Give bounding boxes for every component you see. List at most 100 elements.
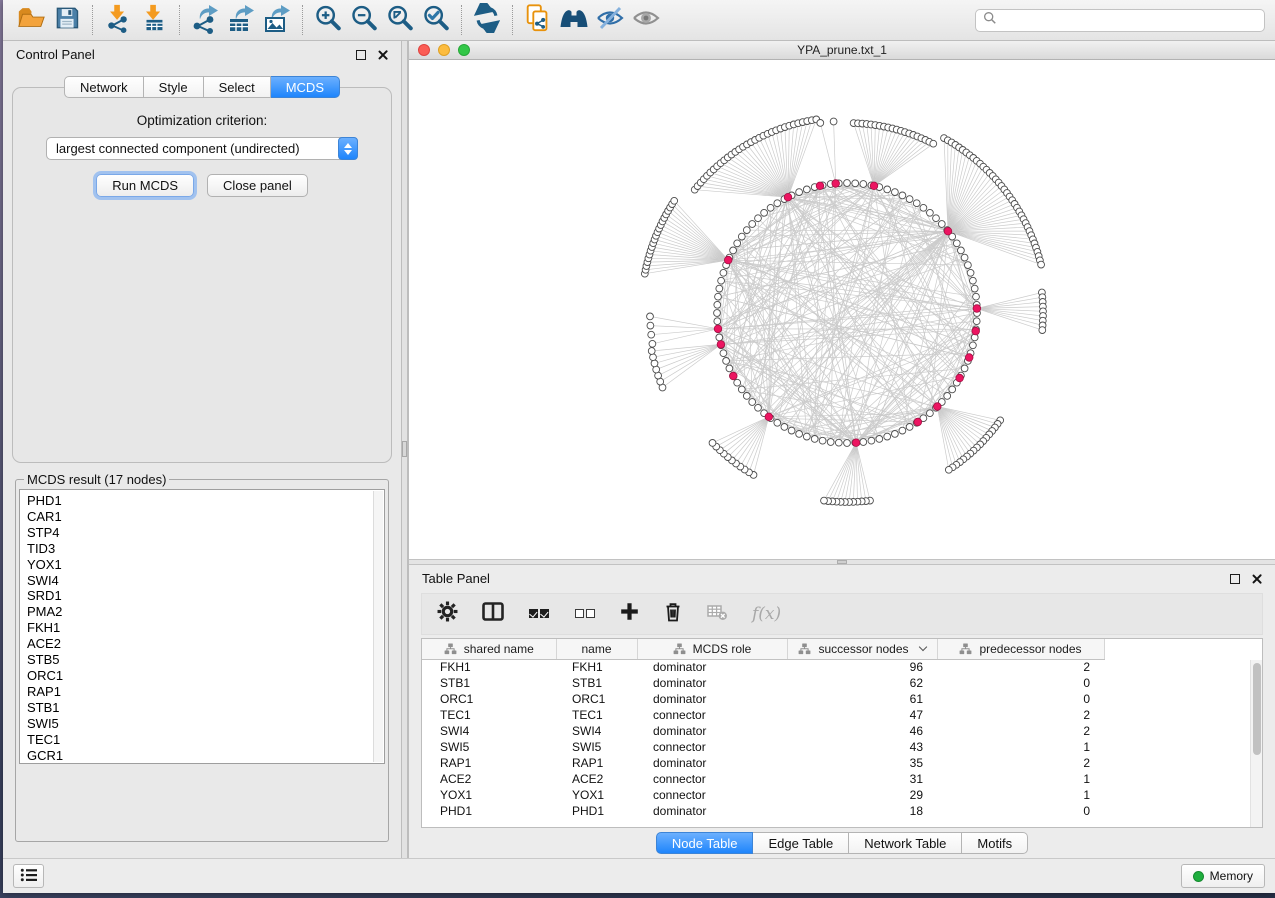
minimize-window-icon[interactable] — [438, 44, 450, 56]
float-panel-icon[interactable] — [1230, 574, 1240, 584]
split-panel-button[interactable] — [482, 601, 504, 627]
share-document-button[interactable] — [520, 3, 556, 37]
zoom-in-button[interactable] — [310, 3, 346, 37]
run-mcds-button[interactable]: Run MCDS — [96, 174, 194, 197]
table-row[interactable]: RAP1RAP1dominator352 — [422, 755, 1134, 771]
close-panel-icon[interactable] — [1251, 573, 1262, 584]
add-column-button[interactable] — [620, 601, 639, 627]
mcds-result-item[interactable]: TID3 — [27, 541, 370, 557]
mcds-result-item[interactable]: GCR1 — [27, 748, 370, 764]
hide-selected-button[interactable] — [592, 3, 628, 37]
mcds-result-item[interactable]: RAP1 — [27, 684, 370, 700]
maximize-window-icon[interactable] — [458, 44, 470, 56]
mcds-result-item[interactable]: STB5 — [27, 652, 370, 668]
table-cell: 96 — [787, 659, 937, 675]
tab-select[interactable]: Select — [204, 76, 271, 98]
table-toolbar: f(x) — [421, 593, 1263, 635]
table-tab-network-table[interactable]: Network Table — [849, 832, 962, 854]
export-table-button[interactable] — [223, 3, 259, 37]
table-cell: dominator — [637, 755, 787, 771]
table-row[interactable]: FKH1FKH1dominator962 — [422, 659, 1134, 675]
memory-button[interactable]: Memory — [1181, 864, 1265, 888]
table-cell-filler — [1104, 723, 1134, 739]
column-header-predecessor-nodes[interactable]: predecessor nodes — [937, 639, 1104, 659]
table-tab-edge-table[interactable]: Edge Table — [753, 832, 849, 854]
table-tab-node-table[interactable]: Node Table — [656, 832, 754, 854]
table-row[interactable]: YOX1YOX1connector291 — [422, 787, 1134, 803]
table-cell-filler — [1104, 707, 1134, 723]
network-search-field[interactable] — [975, 9, 1265, 32]
mcds-result-item[interactable]: YOX1 — [27, 557, 370, 573]
network-canvas[interactable] — [409, 60, 1275, 559]
mcds-result-item[interactable]: STP4 — [27, 525, 370, 541]
vertical-splitter[interactable] — [401, 41, 408, 858]
save-session-button[interactable] — [49, 3, 85, 37]
zoom-out-button[interactable] — [346, 3, 382, 37]
zoom-selected-button[interactable] — [418, 3, 454, 37]
apply-layout-button[interactable] — [469, 3, 505, 37]
column-header-successor-nodes[interactable]: successor nodes — [787, 639, 937, 659]
mcds-result-item[interactable]: PHD1 — [27, 493, 370, 509]
mcds-result-item[interactable]: ACE2 — [27, 636, 370, 652]
mcds-result-item[interactable]: PMA2 — [27, 604, 370, 620]
mcds-result-item[interactable]: SRD1 — [27, 588, 370, 604]
splitter-handle[interactable] — [402, 441, 407, 457]
zoom-in-icon — [313, 3, 343, 38]
tab-style[interactable]: Style — [144, 76, 204, 98]
search-input[interactable] — [1002, 13, 1257, 27]
table-row[interactable]: TEC1TEC1connector472 — [422, 707, 1134, 723]
close-panel-button[interactable]: Close panel — [207, 174, 308, 197]
result-list-scrollbar[interactable] — [373, 491, 383, 762]
mcds-result-item[interactable]: SWI4 — [27, 573, 370, 589]
table-cell: dominator — [637, 691, 787, 707]
node-table: shared namenameMCDS rolesuccessor nodesp… — [422, 639, 1134, 819]
optimization-criterion-select[interactable]: largest connected component (undirected) — [46, 137, 358, 160]
close-panel-icon[interactable] — [377, 49, 388, 60]
deselect-all-button[interactable] — [574, 601, 596, 627]
table-row[interactable]: PHD1PHD1dominator180 — [422, 803, 1134, 819]
table-cell: TEC1 — [556, 707, 637, 723]
mcds-result-list[interactable]: PHD1CAR1STP4TID3YOX1SWI4SRD1PMA2FKH1ACE2… — [19, 489, 385, 764]
mcds-result-item[interactable]: CAR1 — [27, 509, 370, 525]
table-cell: SWI4 — [422, 723, 556, 739]
delete-column-button[interactable] — [663, 601, 683, 627]
task-history-button[interactable] — [13, 864, 44, 888]
open-folder-icon — [16, 3, 46, 38]
horizontal-splitter[interactable] — [409, 559, 1275, 565]
tab-mcds[interactable]: MCDS — [271, 76, 340, 98]
column-header-shared-name[interactable]: shared name — [422, 639, 556, 659]
mcds-result-item[interactable]: TEC1 — [27, 732, 370, 748]
zoom-fit-button[interactable] — [382, 3, 418, 37]
import-network-button[interactable] — [100, 3, 136, 37]
splitter-handle[interactable] — [837, 560, 847, 564]
mcds-result-item[interactable]: SWI5 — [27, 716, 370, 732]
memory-label: Memory — [1210, 869, 1253, 883]
float-panel-icon[interactable] — [356, 50, 366, 60]
open-session-button[interactable] — [13, 3, 49, 37]
tab-network[interactable]: Network — [64, 76, 144, 98]
import-table-button[interactable] — [136, 3, 172, 37]
table-cell: 18 — [787, 803, 937, 819]
mcds-result-item[interactable]: FKH1 — [27, 620, 370, 636]
table-row[interactable]: SWI5SWI5connector431 — [422, 739, 1134, 755]
mcds-result-item[interactable]: STB1 — [27, 700, 370, 716]
table-row[interactable]: ACE2ACE2connector311 — [422, 771, 1134, 787]
mcds-result-item[interactable]: ORC1 — [27, 668, 370, 684]
column-settings-button[interactable] — [437, 601, 458, 627]
table-tab-motifs[interactable]: Motifs — [962, 832, 1028, 854]
table-row[interactable]: ORC1ORC1dominator610 — [422, 691, 1134, 707]
export-image-button[interactable] — [259, 3, 295, 37]
column-header-MCDS-role[interactable]: MCDS role — [637, 639, 787, 659]
table-row[interactable]: SWI4SWI4dominator462 — [422, 723, 1134, 739]
close-window-icon[interactable] — [418, 44, 430, 56]
export-network-button[interactable] — [187, 3, 223, 37]
deselect-all-icon — [574, 605, 596, 623]
search-network-button[interactable] — [556, 3, 592, 37]
node-table-container: shared namenameMCDS rolesuccessor nodesp… — [421, 638, 1263, 828]
table-scrollbar[interactable] — [1250, 660, 1262, 827]
column-header-name[interactable]: name — [556, 639, 637, 659]
select-all-button[interactable] — [528, 601, 550, 627]
table-row[interactable]: STB1STB1dominator620 — [422, 675, 1134, 691]
scrollbar-thumb[interactable] — [1253, 663, 1261, 755]
table-cell: 1 — [937, 787, 1104, 803]
